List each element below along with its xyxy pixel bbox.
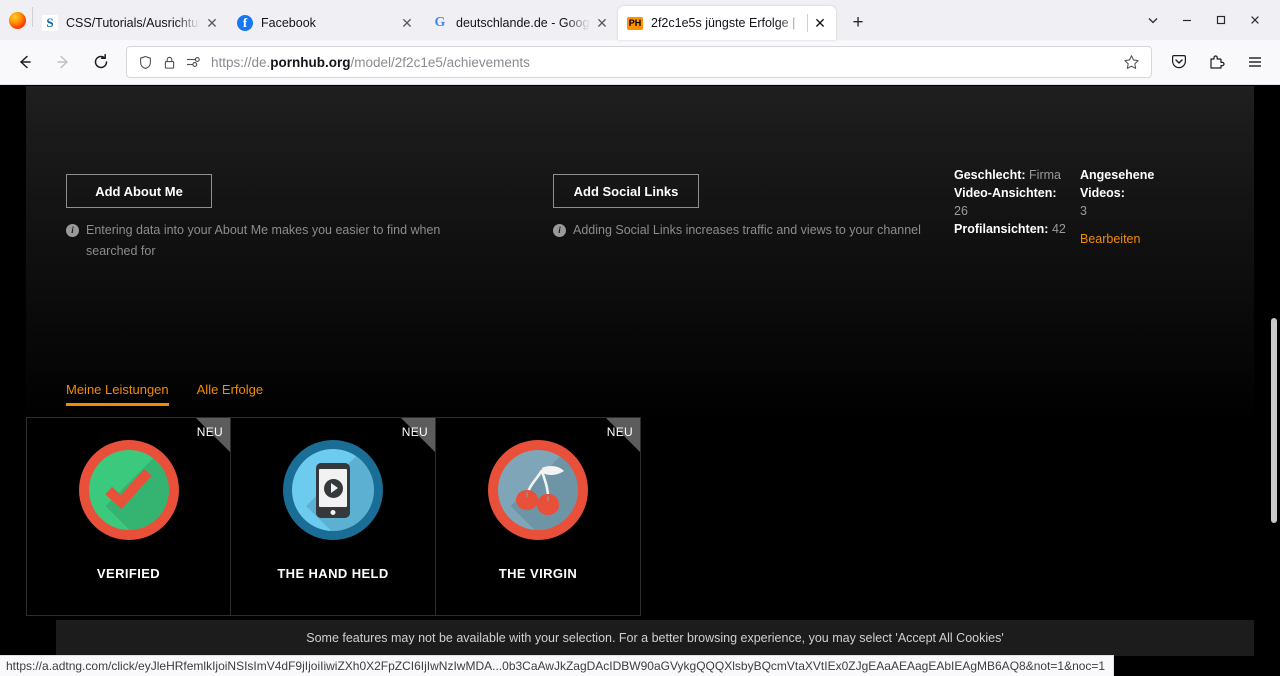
achievement-label: THE HAND HELD xyxy=(231,566,435,581)
page-scrollbar[interactable] xyxy=(1268,172,1280,676)
browser-tab-facebook[interactable]: f Facebook ✕ xyxy=(228,6,423,40)
watched-videos-label: Angesehene Videos: xyxy=(1080,168,1154,200)
new-ribbon-label: NEU xyxy=(607,425,633,439)
browser-tab-achievements[interactable]: PH 2f2c1e5s jüngste Erfolge | ✕ xyxy=(618,6,836,40)
tab-alle-erfolge[interactable]: Alle Erfolge xyxy=(197,382,263,406)
firefox-logo-icon xyxy=(2,0,32,40)
profile-views-label: Profilansichten: xyxy=(954,222,1048,236)
navigation-toolbar: https://de.pornhub.org/model/2f2c1e5/ach… xyxy=(0,40,1280,85)
bookmark-star-icon[interactable] xyxy=(1117,49,1145,75)
google-icon: G xyxy=(432,15,448,31)
shield-icon[interactable] xyxy=(133,51,157,73)
tab-strip: S CSS/Tutorials/Ausrichtung ✕ f Facebook… xyxy=(0,0,1280,40)
new-tab-button[interactable]: + xyxy=(842,7,874,39)
maximize-window-icon[interactable] xyxy=(1204,3,1238,37)
info-icon: i xyxy=(553,224,566,237)
new-ribbon-label: NEU xyxy=(197,425,223,439)
tab-meine-leistungen[interactable]: Meine Leistungen xyxy=(66,382,169,406)
forward-button xyxy=(46,46,80,78)
toolbar-right-controls xyxy=(1160,46,1274,78)
tab-title: Facebook xyxy=(261,16,395,30)
close-window-icon[interactable] xyxy=(1238,3,1272,37)
mdn-icon: S xyxy=(42,15,58,31)
add-about-me-button[interactable]: Add About Me xyxy=(66,174,212,208)
pocket-icon[interactable] xyxy=(1162,46,1196,78)
lock-icon[interactable] xyxy=(157,51,181,73)
achievement-label: VERIFIED xyxy=(27,566,230,581)
gender-value: Firma xyxy=(1029,168,1061,182)
hamburger-menu-icon[interactable] xyxy=(1238,46,1272,78)
page-viewport: Add About Me i Entering data into your A… xyxy=(0,86,1280,676)
url-text[interactable]: https://de.pornhub.org/model/2f2c1e5/ach… xyxy=(211,55,1117,70)
edit-profile-link[interactable]: Bearbeiten xyxy=(1080,230,1140,248)
achievement-card-verified[interactable]: NEU VERIFIED xyxy=(26,418,231,616)
permissions-icon[interactable] xyxy=(181,51,205,73)
list-all-tabs-icon[interactable] xyxy=(1136,3,1170,37)
reload-button[interactable] xyxy=(84,46,118,78)
minimize-window-icon[interactable] xyxy=(1170,3,1204,37)
cookie-banner-text: Some features may not be available with … xyxy=(306,631,1003,645)
cherries-icon xyxy=(488,440,588,540)
tab-title: 2f2c1e5s jüngste Erfolge | xyxy=(651,16,805,30)
profile-views-value: 42 xyxy=(1052,222,1066,236)
stats-column-right: Angesehene Videos: 3 Bearbeiten xyxy=(1080,166,1192,248)
tab-title-divider xyxy=(807,14,808,32)
browser-tab-google[interactable]: G deutschlande.de - Google S ✕ xyxy=(423,6,618,40)
video-views-label: Video-Ansichten: xyxy=(954,186,1057,200)
video-views-value: 26 xyxy=(954,204,968,218)
gender-label: Geschlecht: xyxy=(954,168,1026,182)
social-links-hint-text: Adding Social Links increases traffic an… xyxy=(573,220,921,241)
tab-close-icon[interactable]: ✕ xyxy=(202,13,222,33)
back-button[interactable] xyxy=(8,46,42,78)
achievement-grid: NEU VERIFIED NEU xyxy=(26,417,641,616)
tab-title: CSS/Tutorials/Ausrichtung xyxy=(66,16,200,30)
cookie-consent-banner: Some features may not be available with … xyxy=(56,620,1254,656)
url-bar[interactable]: https://de.pornhub.org/model/2f2c1e5/ach… xyxy=(126,46,1152,78)
achievement-label: THE VIRGIN xyxy=(436,566,640,581)
about-me-hint-text: Entering data into your About Me makes y… xyxy=(86,220,490,262)
facebook-icon: f xyxy=(237,15,253,31)
mobile-phone-play-icon xyxy=(283,440,383,540)
new-ribbon-label: NEU xyxy=(402,425,428,439)
pornhub-icon: PH xyxy=(627,17,643,30)
achievement-card-virgin[interactable]: NEU THE xyxy=(436,418,641,616)
social-links-hint: i Adding Social Links increases traffic … xyxy=(553,220,973,241)
stats-column-left: Geschlecht: Firma Video-Ansichten: 26 Pr… xyxy=(954,166,1080,238)
tab-title: deutschlande.de - Google S xyxy=(456,16,590,30)
tab-close-icon[interactable]: ✕ xyxy=(397,13,417,33)
status-bar-link-preview: https://a.adtng.com/click/eyJleHRfemlkIj… xyxy=(0,655,1114,676)
profile-stats: Geschlecht: Firma Video-Ansichten: 26 Pr… xyxy=(954,166,1194,248)
extensions-icon[interactable] xyxy=(1200,46,1234,78)
watched-videos-value: 3 xyxy=(1080,204,1087,218)
achievements-tabs: Meine Leistungen Alle Erfolge xyxy=(66,382,291,406)
tab-close-icon[interactable]: ✕ xyxy=(810,13,830,33)
tab-strip-controls xyxy=(1136,0,1278,40)
about-me-hint: i Entering data into your About Me makes… xyxy=(66,220,490,262)
info-icon: i xyxy=(66,224,79,237)
browser-window: S CSS/Tutorials/Ausrichtung ✕ f Facebook… xyxy=(0,0,1280,676)
add-social-links-button[interactable]: Add Social Links xyxy=(553,174,699,208)
verified-check-icon xyxy=(79,440,179,540)
browser-tab-mdn[interactable]: S CSS/Tutorials/Ausrichtung ✕ xyxy=(33,6,228,40)
achievement-card-hand-held[interactable]: NEU THE HAND HELD xyxy=(231,418,436,616)
tab-close-icon[interactable]: ✕ xyxy=(592,13,612,33)
scrollbar-thumb[interactable] xyxy=(1271,318,1277,523)
